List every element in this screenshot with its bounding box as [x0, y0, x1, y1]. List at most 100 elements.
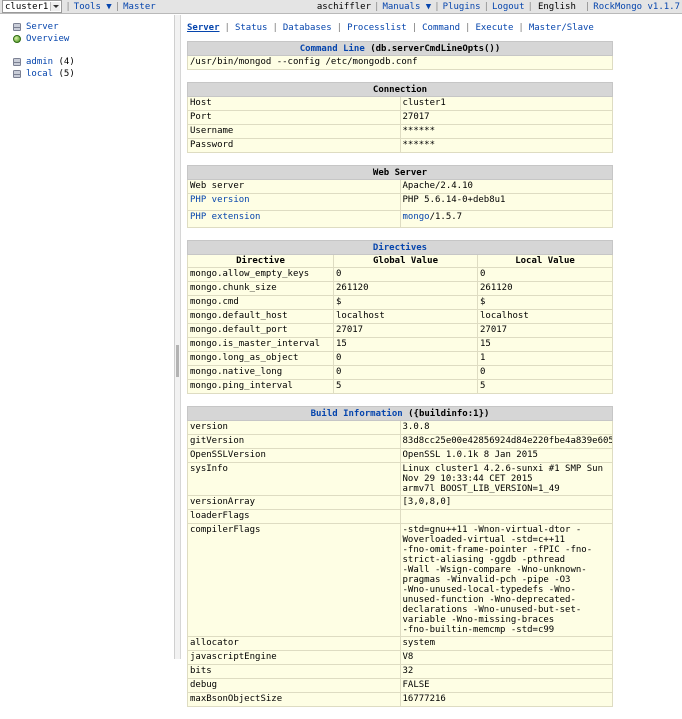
connection-title: Connection: [187, 82, 613, 97]
mongo-extension-version: /1.5.7: [429, 212, 463, 222]
row-key: bits: [187, 664, 401, 679]
table-row: Port 27017: [187, 110, 613, 125]
panel-splitter[interactable]: [175, 15, 181, 659]
row-value: -std=gnu++11 -Wnon-virtual-dtor -Woverlo…: [399, 523, 613, 637]
table-row: gitVersion 83d8cc25e00e42856924d84e220fbe…: [187, 434, 613, 449]
directive-name: mongo.default_host: [187, 309, 334, 324]
row-key: debug: [187, 678, 401, 693]
row-value: Linux cluster1 4.2.6-sunxi #1 SMP Sun No…: [399, 462, 613, 496]
global-value: 5: [333, 379, 478, 394]
global-value: 0: [333, 365, 478, 380]
main-content: Server | Status | Databases | Processlist | …: [187, 21, 673, 719]
splitter-grip[interactable]: [176, 345, 179, 377]
command-line-title: Command Line (db.serverCmdLineOpts()): [187, 41, 613, 56]
local-value: $: [477, 295, 613, 310]
row-key: Web server: [187, 179, 401, 194]
separator: |: [411, 23, 418, 33]
row-value: V8: [399, 650, 613, 665]
sidebar: Server Overview admin (4) local (5): [0, 15, 175, 659]
global-value: localhost: [333, 309, 478, 324]
plugins-link[interactable]: Plugins: [443, 2, 481, 12]
web-server-title: Web Server: [187, 165, 613, 180]
row-key: maxBsonObjectSize: [187, 692, 401, 707]
table-row: maxBsonObjectSize 16777216: [187, 692, 613, 707]
build-info-title: Build Information ({buildinfo:1}): [187, 406, 613, 421]
mongo-extension-link[interactable]: mongo: [403, 212, 430, 222]
directive-name: mongo.long_as_object: [187, 351, 334, 366]
tab-processlist[interactable]: Processlist: [347, 23, 407, 33]
row-value: 27017: [399, 110, 613, 125]
row-value: 3.0.8: [399, 420, 613, 435]
separator: |: [336, 23, 343, 33]
global-value: $: [333, 295, 478, 310]
server-tabs: Server | Status | Databases | Processlist | …: [187, 21, 673, 35]
language-select[interactable]: English: [538, 2, 576, 12]
global-value: 261120: [333, 281, 478, 296]
database-icon: [13, 70, 21, 78]
app-name-link[interactable]: RockMongo v1.1.7: [593, 2, 680, 12]
table-row: PHP version PHP 5.6.14-0+deb8u1: [187, 193, 613, 211]
separator: |: [272, 23, 278, 33]
tab-databases[interactable]: Databases: [283, 23, 332, 33]
directives-link[interactable]: Directives: [373, 243, 427, 253]
column-header: Global Value: [333, 254, 478, 268]
build-info-table: Build Information ({buildinfo:1}) versio…: [187, 406, 613, 707]
sidebar-item-label[interactable]: Server: [26, 22, 59, 32]
local-value: 27017: [477, 323, 613, 338]
row-value: system: [399, 636, 613, 651]
row-key: Username: [187, 124, 401, 139]
directive-name: mongo.default_port: [187, 323, 334, 338]
table-row: javascriptEngine V8: [187, 650, 613, 665]
master-link[interactable]: Master: [123, 2, 156, 12]
table-row: allocator system: [187, 636, 613, 651]
sidebar-item-db-local[interactable]: local (5): [0, 68, 174, 80]
build-info-link[interactable]: Build Information: [311, 409, 403, 419]
sidebar-item-label[interactable]: Overview: [26, 34, 69, 44]
directive-name: mongo.allow_empty_keys: [187, 267, 334, 282]
tab-server[interactable]: Server: [187, 23, 220, 33]
row-key: allocator: [187, 636, 401, 651]
tab-command[interactable]: Command: [422, 23, 460, 33]
command-line-link[interactable]: Command Line: [300, 44, 365, 54]
connection-table: Connection Host cluster1 Port 27017 Userna…: [187, 82, 613, 153]
tab-status[interactable]: Status: [235, 23, 268, 33]
sidebar-item-db-admin[interactable]: admin (4): [0, 56, 174, 68]
row-key: compilerFlags: [187, 523, 401, 637]
tab-execute[interactable]: Execute: [475, 23, 513, 33]
separator: |: [465, 23, 471, 33]
db-name[interactable]: local: [26, 69, 53, 79]
tab-master-slave[interactable]: Master/Slave: [529, 23, 594, 33]
sidebar-item-overview[interactable]: Overview: [0, 33, 174, 45]
separator: |: [483, 1, 489, 12]
table-row: bits 32: [187, 664, 613, 679]
directive-name: mongo.is_master_interval: [187, 337, 334, 352]
sidebar-item-server[interactable]: Server: [0, 21, 174, 33]
php-extension-link[interactable]: PHP extension: [190, 212, 260, 222]
host-select[interactable]: cluster1: [2, 0, 63, 13]
table-row: mongo.default_host localhost localhost: [187, 309, 613, 324]
db-name[interactable]: admin: [26, 57, 53, 67]
row-value: cluster1: [399, 96, 613, 111]
local-value: 261120: [477, 281, 613, 296]
table-row: mongo.allow_empty_keys 0 0: [187, 267, 613, 282]
global-value: 0: [333, 267, 478, 282]
tools-menu[interactable]: Tools ▼: [74, 2, 112, 12]
chevron-down-icon[interactable]: [50, 2, 61, 11]
command-line-value: /usr/bin/mongod --config /etc/mongodb.co…: [187, 55, 613, 70]
row-value: ******: [399, 138, 613, 153]
directive-name: mongo.ping_interval: [187, 379, 334, 394]
table-row: versionArray [3,0,8,0]: [187, 495, 613, 510]
manuals-menu[interactable]: Manuals ▼: [382, 2, 431, 12]
directive-name: mongo.cmd: [187, 295, 334, 310]
table-row: OpenSSLVersion OpenSSL 1.0.1k 8 Jan 2015: [187, 448, 613, 463]
server-icon: [13, 23, 21, 31]
database-icon: [13, 58, 21, 66]
php-version-link[interactable]: PHP version: [190, 195, 250, 205]
db-count: (4): [58, 57, 75, 67]
separator: |: [434, 1, 440, 12]
global-value: 0: [333, 351, 478, 366]
row-key: gitVersion: [187, 434, 401, 449]
row-key: PHP extension: [187, 210, 401, 228]
logout-link[interactable]: Logout: [492, 2, 525, 12]
table-row: mongo.is_master_interval 15 15: [187, 337, 613, 352]
